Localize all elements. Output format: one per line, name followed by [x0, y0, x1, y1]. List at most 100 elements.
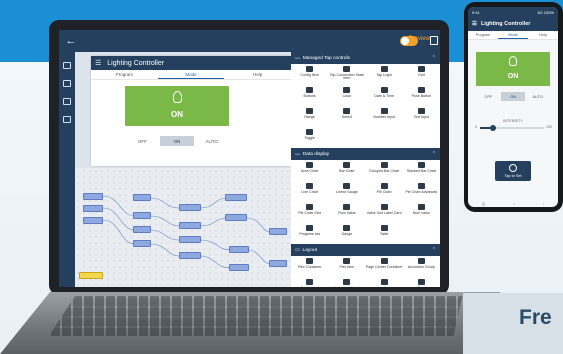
component-item[interactable]: Tap Login — [366, 64, 403, 85]
mode-selector: OFF ON AUTO — [125, 136, 229, 146]
component-item[interactable]: Progress bar — [291, 223, 328, 244]
flow-node-highlight[interactable] — [79, 272, 103, 279]
component-item[interactable]: Gauge — [328, 223, 365, 244]
component-item[interactable]: Flow Value — [328, 202, 365, 223]
component-icon — [343, 66, 351, 72]
component-item[interactable]: Grid — [403, 64, 440, 85]
component-item[interactable]: Pie Chart — [366, 181, 403, 202]
save-icon[interactable] — [430, 36, 438, 45]
component-icon — [417, 162, 425, 168]
flow-node[interactable] — [179, 236, 201, 243]
flow-node[interactable] — [83, 217, 103, 224]
section-header-data-display[interactable]: 〰 Data display ⌃ — [291, 148, 440, 160]
component-item[interactable]: Pie Chart Advanced — [403, 181, 440, 202]
intensity-slider[interactable] — [480, 125, 544, 131]
phone-light-on-button[interactable]: ON — [476, 52, 550, 86]
component-item[interactable]: Date & Time — [366, 85, 403, 106]
component-item[interactable]: Color — [328, 85, 365, 106]
flow-node[interactable] — [133, 212, 151, 219]
folder-icon[interactable] — [63, 98, 71, 105]
mode-off-button[interactable]: OFF — [125, 136, 160, 146]
component-label: Grouped Bar Chart — [368, 168, 400, 173]
menu-icon[interactable]: ☰ — [95, 59, 101, 67]
mode-auto-button[interactable]: AUTO — [194, 136, 229, 146]
component-item[interactable]: Text Input — [403, 106, 440, 127]
tab-mode[interactable]: Mode — [498, 31, 528, 39]
flow-node[interactable] — [229, 264, 249, 271]
tab-program[interactable]: Program — [91, 70, 158, 79]
component-item[interactable]: Toggle — [291, 127, 328, 148]
flow-node[interactable] — [225, 214, 247, 221]
tab-program[interactable]: Program — [468, 31, 498, 39]
component-item[interactable]: Push Button — [403, 85, 440, 106]
component-item[interactable]: Range — [291, 106, 328, 127]
flow-editor[interactable] — [75, 168, 291, 287]
flow-node[interactable] — [179, 204, 201, 211]
flow-node[interactable] — [133, 240, 151, 247]
component-icon — [306, 162, 314, 168]
tap-to-set-label: Tap to Set — [504, 174, 522, 178]
chart-icon[interactable] — [63, 62, 71, 69]
flow-node[interactable] — [83, 205, 103, 212]
tab-help[interactable]: Help — [528, 31, 558, 39]
component-item[interactable]: Area Chart — [291, 160, 328, 181]
component-item[interactable]: Tap Connection State Item — [328, 64, 365, 85]
flow-node[interactable] — [269, 260, 287, 267]
component-icon — [417, 258, 425, 264]
component-item[interactable]: Bar Chart — [328, 160, 365, 181]
intensity-slider-knob[interactable] — [489, 125, 496, 131]
flow-node[interactable] — [83, 193, 103, 200]
component-item[interactable]: Flex Item — [328, 256, 365, 277]
data-display-grid: Area Chart Bar Chart Grouped Bar Chart Stac… — [291, 160, 440, 244]
flow-node[interactable] — [179, 252, 201, 259]
menu-icon[interactable]: ☰ — [472, 21, 477, 27]
nav-home-icon[interactable]: ○ — [513, 201, 515, 206]
section-header-tap-controls[interactable]: 〰 Managed Tap controls ⌃ — [291, 52, 440, 64]
component-item[interactable]: Page Center Container — [366, 256, 403, 277]
puzzle-icon[interactable] — [63, 116, 71, 123]
flow-node[interactable] — [269, 228, 287, 235]
mode-on-button[interactable]: ON — [159, 136, 195, 146]
device-icon[interactable] — [63, 80, 71, 87]
nav-back-icon[interactable]: ‹ — [543, 201, 544, 206]
component-item[interactable]: Pie Chart Grid — [291, 202, 328, 223]
component-item[interactable]: Card layout — [291, 277, 328, 287]
mode-auto-button[interactable]: AUTO — [525, 92, 550, 101]
component-item[interactable]: Buttons — [291, 85, 328, 106]
chevron-up-icon[interactable]: ⌃ — [432, 55, 436, 61]
tab-help[interactable]: Help — [224, 70, 291, 79]
back-arrow-icon[interactable]: ← — [63, 35, 79, 47]
component-item[interactable]: Stacked Bar Chart — [403, 160, 440, 181]
component-icon — [306, 129, 314, 135]
mode-on-button[interactable]: ON — [500, 92, 526, 101]
component-item[interactable]: Linear Gauge — [328, 181, 365, 202]
flow-node[interactable] — [225, 194, 247, 201]
component-item[interactable]: Select — [328, 106, 365, 127]
component-item[interactable]: Ion Item — [366, 277, 403, 287]
component-icon — [417, 66, 425, 72]
component-item[interactable]: Table — [366, 223, 403, 244]
component-item[interactable]: Tabs — [403, 277, 440, 287]
component-item[interactable]: Num value — [403, 202, 440, 223]
tab-mode[interactable]: Mode — [157, 70, 225, 79]
flow-node[interactable] — [133, 226, 151, 233]
component-item[interactable]: Grouped Bar Chart — [366, 160, 403, 181]
light-on-button[interactable]: ON — [125, 86, 229, 126]
tap-to-set-button[interactable]: Tap to Set — [495, 161, 531, 181]
flow-node[interactable] — [133, 194, 151, 201]
flow-node[interactable] — [229, 246, 249, 253]
chevron-up-icon[interactable]: ⌃ — [432, 247, 436, 253]
mode-off-button[interactable]: OFF — [476, 92, 501, 101]
nav-recent-icon[interactable]: ||| — [482, 201, 485, 206]
component-item[interactable]: Config Item — [291, 64, 328, 85]
component-item[interactable]: Value Unit Label Card — [366, 202, 403, 223]
component-item[interactable]: Line Chart — [291, 181, 328, 202]
component-item[interactable]: Accordion Group — [403, 256, 440, 277]
section-icon: ▭ — [295, 247, 300, 253]
component-item[interactable]: Flex Container — [291, 256, 328, 277]
component-item[interactable]: Number Input — [366, 106, 403, 127]
section-header-layout[interactable]: ▭ Layout ⌃ — [291, 244, 440, 256]
flow-node[interactable] — [179, 222, 201, 229]
chevron-up-icon[interactable]: ⌃ — [432, 151, 436, 157]
component-item[interactable]: Horizontal layout — [328, 277, 365, 287]
